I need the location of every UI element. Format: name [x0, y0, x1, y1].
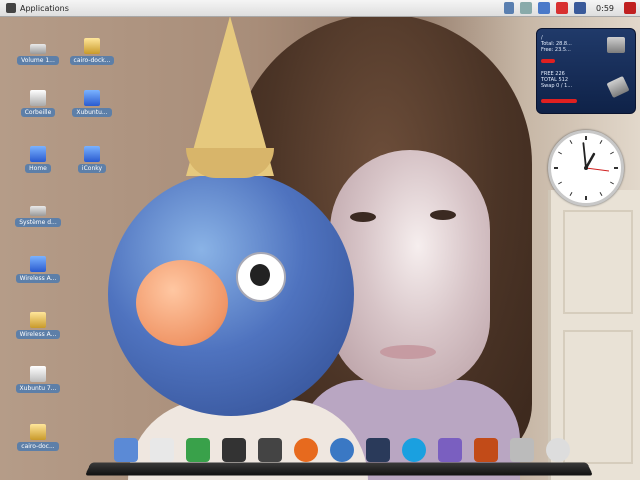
- folder-icon: [84, 146, 100, 162]
- top-panel: Applications 0:59: [0, 0, 640, 17]
- folder-icon: [30, 256, 46, 272]
- left-eye: [350, 212, 376, 222]
- clock-face: [554, 136, 618, 200]
- desktop-icon-label: Corbeille: [20, 108, 56, 117]
- desktop-icon-cairo-doc[interactable]: cairo-doc...: [12, 424, 64, 451]
- home-folder-icon: [30, 146, 46, 162]
- desktop-icon-iconky[interactable]: iConky: [66, 146, 118, 173]
- desktop-icon-label: Xubuntu 7...: [15, 384, 61, 393]
- desktop-icon-home[interactable]: Home: [12, 146, 64, 173]
- panel-clock[interactable]: 0:59: [596, 4, 614, 13]
- desktop-icon-wireless-2[interactable]: Wireless A...: [12, 312, 64, 339]
- disk-usage-bar: [541, 59, 555, 63]
- chat-icon[interactable]: [438, 438, 462, 462]
- phone-icon[interactable]: [504, 2, 515, 14]
- right-eye: [430, 210, 456, 220]
- memory-usage-bar: [541, 99, 577, 103]
- desktop-icon-label: Home: [25, 164, 51, 173]
- desktop-icon-label: Volume 1...: [17, 56, 59, 65]
- applications-logo-icon: [6, 3, 16, 13]
- desktop-icon-label: iConky: [77, 164, 107, 173]
- screen-icon[interactable]: [574, 2, 587, 14]
- drive-icon: [30, 44, 46, 54]
- usb-drive-icon: [30, 366, 46, 382]
- desktop-icon-label: Xubuntu...: [72, 108, 112, 117]
- folder-icon: [30, 424, 46, 440]
- desktop-icon-label: cairo-doc...: [17, 442, 59, 451]
- lips: [380, 345, 436, 359]
- desktop-icon-trash[interactable]: Corbeille: [12, 90, 64, 117]
- graph-icon[interactable]: [186, 438, 210, 462]
- desktop-icon-label: Wireless A...: [15, 330, 61, 339]
- desktop-icon-volume[interactable]: Volume 1...: [12, 38, 64, 65]
- firefox-icon[interactable]: [294, 438, 318, 462]
- desktop-icon-system[interactable]: Système d...: [12, 200, 64, 227]
- desktop-icon-label: Wireless A...: [15, 274, 61, 283]
- penguin-icon[interactable]: [222, 438, 246, 462]
- update-alert-icon[interactable]: [556, 2, 569, 14]
- terminal-penguin-icon[interactable]: [258, 438, 282, 462]
- system-tray: 0:59: [504, 1, 636, 15]
- hard-disk-icon: [607, 37, 625, 53]
- cd-icon[interactable]: [546, 438, 570, 462]
- folder-icon: [30, 312, 46, 328]
- applications-menu-button[interactable]: Applications: [2, 1, 73, 15]
- toy-nose: [136, 260, 228, 346]
- power-icon[interactable]: [624, 2, 636, 14]
- text-editor-icon[interactable]: [150, 438, 174, 462]
- mail-icon[interactable]: [538, 2, 551, 14]
- desktop-icon-cairo-dock[interactable]: cairo-dock...: [66, 38, 118, 65]
- toy-pupil: [250, 264, 270, 286]
- desktop-icon-label: Système d...: [15, 218, 61, 227]
- desktop-icon-xubuntu[interactable]: Xubuntu...: [66, 90, 118, 117]
- desktop-icon-wireless-1[interactable]: Wireless A...: [12, 256, 64, 283]
- skype-icon[interactable]: [402, 438, 426, 462]
- desktop-icon-xubuntu-7[interactable]: Xubuntu 7...: [12, 366, 64, 393]
- thunderbird-icon[interactable]: [330, 438, 354, 462]
- applications-label: Applications: [20, 3, 69, 13]
- screen-icon[interactable]: [366, 438, 390, 462]
- system-monitor-widget[interactable]: / Total: 28.8... Free: 23.5... FREE 226 …: [536, 28, 636, 114]
- drive-icon: [30, 206, 46, 216]
- home-icon[interactable]: [114, 438, 138, 462]
- desktop-icon-label: cairo-dock...: [69, 56, 115, 65]
- network-icon[interactable]: [520, 2, 533, 14]
- folder-icon: [84, 38, 100, 54]
- door: [548, 190, 640, 480]
- analog-clock-widget[interactable]: [548, 130, 624, 206]
- folder-icon: [84, 90, 100, 106]
- dock-shelf: [84, 462, 594, 476]
- calculator-icon[interactable]: [510, 438, 534, 462]
- filezilla-icon[interactable]: [474, 438, 498, 462]
- trash-icon: [30, 90, 46, 106]
